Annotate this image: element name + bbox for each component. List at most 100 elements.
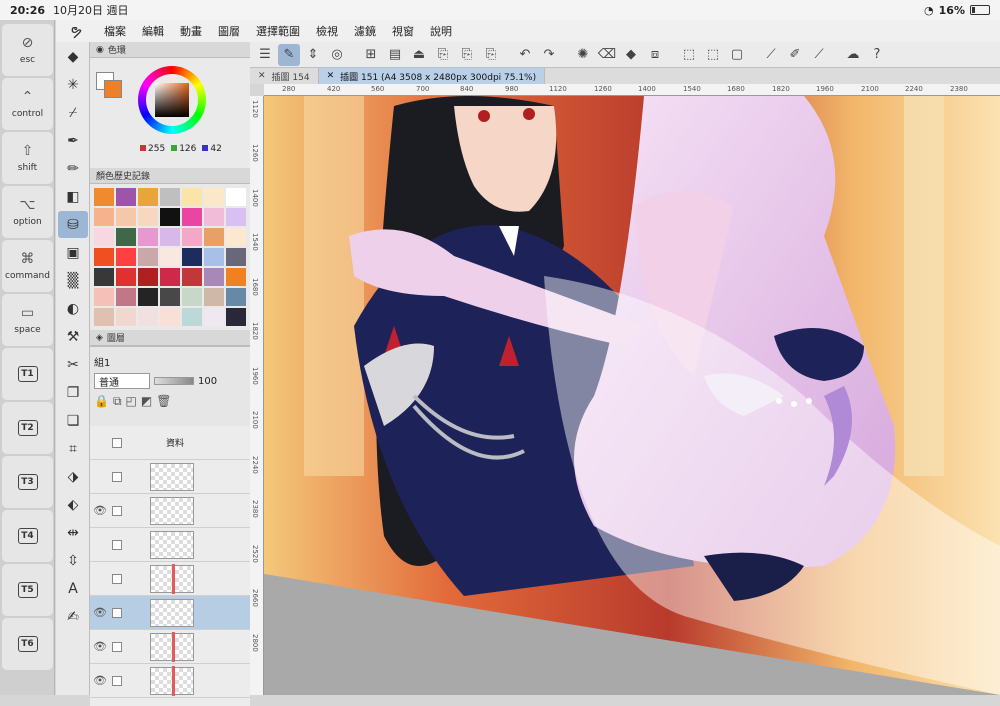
eye-icon[interactable]: 👁 bbox=[90, 674, 110, 687]
blend-mode-select[interactable]: 普通 bbox=[94, 373, 150, 389]
loading-icon[interactable]: ✺ bbox=[572, 44, 594, 66]
save-as-icon[interactable]: ⎘ bbox=[456, 44, 478, 66]
tab-illustration-154[interactable]: ✕ 插圖 154 bbox=[250, 68, 319, 84]
menu-help[interactable]: 說明 bbox=[422, 23, 460, 39]
ruler-icon[interactable]: ⟋ bbox=[760, 44, 782, 66]
layer-checkbox[interactable] bbox=[112, 573, 122, 584]
menu-edit[interactable]: 編輯 bbox=[134, 23, 172, 39]
free-transform-icon[interactable]: ⬖ bbox=[58, 491, 88, 518]
menu-layer[interactable]: 圖層 bbox=[210, 23, 248, 39]
undo-icon[interactable]: ↶ bbox=[514, 44, 536, 66]
sub-color[interactable] bbox=[104, 80, 122, 98]
transform-icon[interactable]: ⧈ bbox=[644, 44, 666, 66]
layer-row[interactable] bbox=[90, 528, 250, 562]
tab-illustration-151[interactable]: ✕ 插圖 151 (A4 3508 x 2480px 300dpi 75.1%) bbox=[318, 68, 546, 84]
reference-icon[interactable]: ◰ bbox=[126, 394, 137, 408]
ink-pen-icon[interactable]: ✍ bbox=[58, 603, 88, 630]
option-key[interactable]: ⌥ option bbox=[2, 186, 53, 238]
esc-key[interactable]: ⊘ esc bbox=[2, 24, 53, 76]
menu-file[interactable]: 檔案 bbox=[96, 23, 134, 39]
eye-icon[interactable]: 👁 bbox=[90, 606, 110, 619]
fill-icon[interactable]: ◆ bbox=[620, 44, 642, 66]
layer-checkbox[interactable] bbox=[112, 539, 122, 550]
layer-checkbox[interactable] bbox=[112, 607, 122, 618]
flip-vertical-icon[interactable]: ⇳ bbox=[58, 547, 88, 574]
t3-key[interactable]: T3 bbox=[2, 456, 53, 508]
cloud-icon[interactable]: ☁ bbox=[842, 44, 864, 66]
main-color-swatch[interactable]: ▣ bbox=[58, 239, 88, 266]
clear-icon[interactable]: ⌫ bbox=[596, 44, 618, 66]
eye-icon[interactable]: 👁 bbox=[90, 640, 110, 653]
trash-icon[interactable]: 🗑 bbox=[156, 394, 171, 408]
layer-row-selected[interactable]: 👁 bbox=[90, 596, 250, 630]
color-mode-icon[interactable]: ◐ bbox=[58, 295, 88, 322]
menu-window[interactable]: 視窗 bbox=[384, 23, 422, 39]
t6-key[interactable]: T6 bbox=[2, 618, 53, 670]
companion-icon[interactable]: ◎ bbox=[326, 44, 348, 66]
share-icon[interactable]: ⎘ bbox=[480, 44, 502, 66]
flip-horizontal-icon[interactable]: ⇹ bbox=[58, 519, 88, 546]
layer-row[interactable] bbox=[90, 460, 250, 494]
transparent-icon[interactable]: ▒ bbox=[58, 267, 88, 294]
pen-icon[interactable]: ✒ bbox=[58, 127, 88, 154]
control-key[interactable]: ⌃ control bbox=[2, 78, 53, 130]
deselect-icon[interactable]: ⬚ bbox=[678, 44, 700, 66]
text-icon[interactable]: A bbox=[58, 575, 88, 602]
layer-checkbox[interactable] bbox=[112, 437, 122, 448]
eye-icon[interactable]: 👁 bbox=[90, 504, 110, 517]
clip-icon[interactable]: ⧉ bbox=[113, 394, 122, 409]
menu-view[interactable]: 檢視 bbox=[308, 23, 346, 39]
color-wheel-tab-icon[interactable]: ◉ bbox=[96, 45, 104, 55]
t5-key[interactable]: T5 bbox=[2, 564, 53, 616]
layer-row[interactable]: 👁 bbox=[90, 494, 250, 528]
command-key[interactable]: ⌘ command bbox=[2, 240, 53, 292]
menu-icon[interactable]: ☰ bbox=[254, 44, 276, 66]
layer-row[interactable]: 👁 bbox=[90, 664, 250, 698]
fill-tool-icon[interactable]: ◆ bbox=[58, 43, 88, 70]
wrench-icon[interactable]: ⚒ bbox=[58, 323, 88, 350]
app-logo-icon[interactable]: ຯ bbox=[56, 22, 96, 40]
eraser-icon[interactable]: ◧ bbox=[58, 183, 88, 210]
layer-checkbox[interactable] bbox=[112, 471, 122, 482]
copy-icon[interactable]: ❐ bbox=[58, 379, 88, 406]
transform-tool-icon[interactable]: ⬗ bbox=[58, 463, 88, 490]
pencil-icon[interactable]: ✏ bbox=[58, 155, 88, 182]
magic-wand-icon[interactable]: ✳ bbox=[58, 71, 88, 98]
brush-icon[interactable]: ✐ bbox=[784, 44, 806, 66]
help-icon[interactable]: ? bbox=[866, 44, 888, 66]
drawing-canvas[interactable] bbox=[264, 96, 1000, 695]
layer-checkbox[interactable] bbox=[112, 675, 122, 686]
menu-selection[interactable]: 選擇範圍 bbox=[248, 23, 308, 39]
space-key[interactable]: ▭ space bbox=[2, 294, 53, 346]
save-icon[interactable]: ⎘ bbox=[432, 44, 454, 66]
layer-row[interactable]: 👁 bbox=[90, 630, 250, 664]
t4-key[interactable]: T4 bbox=[2, 510, 53, 562]
crop-icon[interactable]: ⌗ bbox=[58, 435, 88, 462]
mask-icon[interactable]: ◩ bbox=[141, 394, 152, 408]
group-label[interactable]: 組1 bbox=[94, 354, 110, 369]
color-palette[interactable] bbox=[90, 184, 250, 330]
updown-icon[interactable]: ⇕ bbox=[302, 44, 324, 66]
opacity-slider[interactable] bbox=[154, 377, 194, 385]
close-icon[interactable]: ✕ bbox=[258, 71, 266, 81]
menu-animation[interactable]: 動畫 bbox=[172, 23, 210, 39]
bucket-icon[interactable]: ⛁ bbox=[58, 211, 88, 238]
opacity-value[interactable]: 100 bbox=[198, 376, 217, 387]
eyedropper-icon[interactable]: ⌿ bbox=[58, 99, 88, 126]
open-folder-icon[interactable]: ▤ bbox=[384, 44, 406, 66]
redo-icon[interactable]: ↷ bbox=[538, 44, 560, 66]
layer-checkbox[interactable] bbox=[112, 641, 122, 652]
scissors-icon[interactable]: ✂ bbox=[58, 351, 88, 378]
shift-key[interactable]: ⇧ shift bbox=[2, 132, 53, 184]
new-file-icon[interactable]: ⊞ bbox=[360, 44, 382, 66]
menu-filter[interactable]: 濾鏡 bbox=[346, 23, 384, 39]
invert-icon[interactable]: ⬚ bbox=[702, 44, 724, 66]
layer-row[interactable]: 資料 bbox=[90, 426, 250, 460]
export-icon[interactable]: ⏏ bbox=[408, 44, 430, 66]
paste-icon[interactable]: ❏ bbox=[58, 407, 88, 434]
modifier-key-icon[interactable]: ✎ bbox=[278, 43, 300, 66]
selection-icon[interactable]: ▢ bbox=[726, 44, 748, 66]
saturation-square[interactable] bbox=[155, 83, 189, 117]
lock-icon[interactable]: 🔒 bbox=[94, 394, 109, 408]
close-icon[interactable]: ✕ bbox=[327, 71, 335, 81]
